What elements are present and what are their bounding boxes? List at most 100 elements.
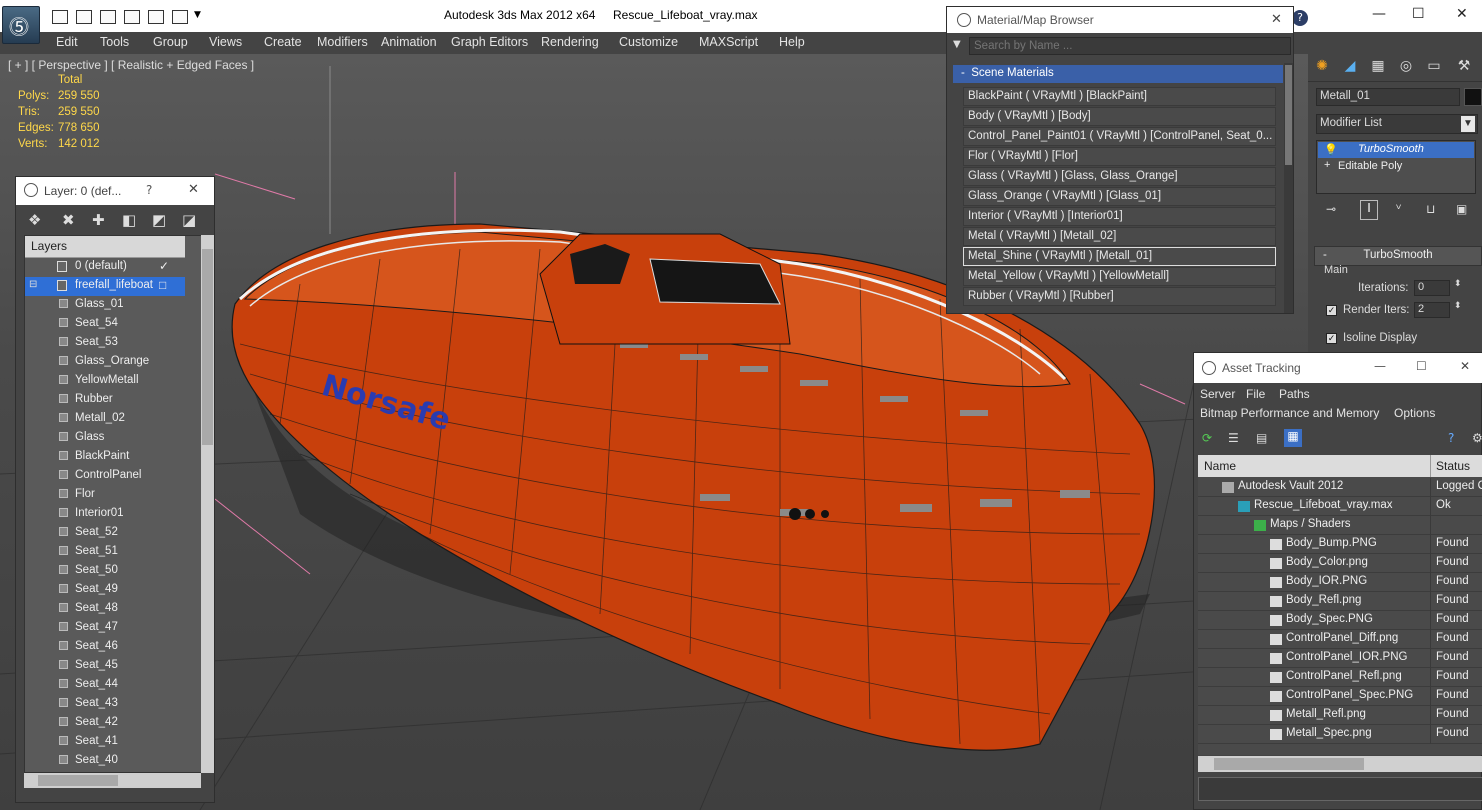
layer-object-row[interactable]: Seat_53 [25,334,185,353]
viewport-label[interactable]: [ + ] [ Perspective ] [ Realistic + Edge… [8,58,254,72]
help-icon[interactable]: ? [146,183,152,197]
layer-object-row[interactable]: Rubber [25,391,185,410]
hierarchy-tab-icon[interactable]: ▦ [1368,58,1388,78]
menu-paths[interactable]: Paths [1279,387,1310,401]
menu-animation[interactable]: Animation [381,35,437,49]
asset-table[interactable]: Name Status Autodesk Vault 2012 Logged O R… [1198,455,1482,755]
hide-freeze-icon[interactable]: ◪ [182,211,196,229]
iterations-spinner[interactable]: 0 [1414,280,1450,296]
menu-server[interactable]: Server [1200,387,1235,401]
spinner-arrows-icon[interactable]: ⬍ [1454,300,1462,311]
layer-object-row[interactable]: Glass_Orange [25,353,185,372]
material-list-item[interactable]: Glass ( VRayMtl ) [Glass, Glass_Orange] [963,167,1276,186]
remove-modifier-icon[interactable]: ⊔ [1426,202,1435,216]
layer-object-row[interactable]: Glass_01 [25,296,185,315]
asset-path-field[interactable] [1198,777,1482,801]
help-icon[interactable]: ? [1292,10,1308,26]
material-browser-titlebar[interactable]: Material/Map Browser ✕ [947,7,1293,33]
isoline-display-checkbox[interactable]: ✓ [1326,333,1337,344]
layer-object-row[interactable]: Seat_46 [25,638,185,657]
layer-object-row[interactable]: Seat_52 [25,524,185,543]
spinner-arrows-icon[interactable]: ⬍ [1454,278,1462,289]
layer-object-row[interactable]: Interior01 [25,505,185,524]
layer-object-row[interactable]: Seat_51 [25,543,185,562]
layer-dialog-titlebar[interactable]: Layer: 0 (def... ? ✕ [16,177,214,205]
menu-customize[interactable]: Customize [619,35,678,49]
asset-row[interactable]: Body_Color.png Found [1198,554,1482,573]
app-menu-button[interactable]: ⓹ [2,6,40,44]
close-icon[interactable]: ✕ [1460,359,1470,373]
close-icon[interactable]: ✕ [188,182,199,197]
layer-object-row[interactable]: YellowMetall [25,372,185,391]
layer-object-row[interactable]: Metall_02 [25,410,185,429]
menu-rendering[interactable]: Rendering [541,35,599,49]
pin-stack-icon[interactable]: ⊸ [1326,202,1336,216]
collapse-minus-icon[interactable]: ⊟ [29,279,37,290]
layers-list[interactable]: Layers 0 (default) ✓ freefall_lifeboat □ ⊟ Gl… [24,235,204,773]
display-tab-icon[interactable]: ▭ [1424,58,1444,78]
menu-edit[interactable]: Edit [56,35,78,49]
layer-object-row[interactable]: Seat_45 [25,657,185,676]
scroll-thumb[interactable] [202,249,213,445]
menu-tools[interactable]: Tools [100,35,129,49]
show-end-result-icon[interactable]: Ι [1360,200,1378,220]
layer-object-row[interactable]: Seat_47 [25,619,185,638]
layer-object-row[interactable]: BlackPaint [25,448,185,467]
material-list-item[interactable]: Flor ( VRayMtl ) [Flor] [963,147,1276,166]
material-list-item[interactable]: Glass_Orange ( VRayMtl ) [Glass_01] [963,187,1276,206]
object-color-swatch[interactable] [1464,88,1482,106]
scene-materials-group[interactable]: - Scene Materials [953,65,1283,83]
material-search-input[interactable] [969,37,1291,55]
maximize-button[interactable]: ☐ [1412,6,1425,22]
asset-row[interactable]: Body_Bump.PNG Found [1198,535,1482,554]
scroll-thumb[interactable] [1214,758,1364,770]
asset-row[interactable]: ControlPanel_Diff.png Found [1198,630,1482,649]
layer-object-row[interactable]: Seat_44 [25,676,185,695]
column-separator[interactable] [1430,455,1431,477]
redo-icon[interactable] [124,10,140,24]
layer-object-row[interactable]: ControlPanel [25,467,185,486]
browser-options-icon[interactable]: ▼ [953,39,961,50]
table-view-icon[interactable]: ▦ [1284,429,1302,447]
make-unique-icon[interactable]: ⱽ [1396,202,1401,216]
asset-row[interactable]: Autodesk Vault 2012 Logged O [1198,478,1482,497]
layer-object-row[interactable]: Seat_48 [25,600,185,619]
asset-row[interactable]: Rescue_Lifeboat_vray.max Ok [1198,497,1482,516]
menu-views[interactable]: Views [209,35,242,49]
asset-row[interactable]: Maps / Shaders [1198,516,1482,535]
material-list-item[interactable]: Rubber ( VRayMtl ) [Rubber] [963,287,1276,306]
menu-file[interactable]: File [1246,387,1265,401]
layer-object-row[interactable]: Seat_54 [25,315,185,334]
list-view-icon[interactable]: ☰ [1228,431,1239,445]
asset-row[interactable]: ControlPanel_Spec.PNG Found [1198,687,1482,706]
expand-plus-icon[interactable]: + [1324,159,1330,171]
asset-tracking-titlebar[interactable]: Asset Tracking — ☐ ✕ [1194,353,1482,383]
refresh-icon[interactable]: ⟳ [1202,431,1212,445]
minimize-button[interactable]: — [1372,6,1386,22]
material-list-item[interactable]: Metal_Yellow ( VRayMtl ) [YellowMetall] [963,267,1276,286]
asset-row[interactable]: Body_IOR.PNG Found [1198,573,1482,592]
save-file-icon[interactable] [76,10,92,24]
delete-layer-icon[interactable]: ✖ [62,211,75,229]
help-icon[interactable]: ? [1448,431,1454,445]
material-list-item[interactable]: Metal ( VRayMtl ) [Metall_02] [963,227,1276,246]
open-file-icon[interactable] [52,10,68,24]
menu-graph-editors[interactable]: Graph Editors [451,35,528,49]
material-list-item[interactable]: Control_Panel_Paint01 ( VRayMtl ) [Contr… [963,127,1276,146]
layer-row[interactable]: 0 (default) ✓ [25,258,185,277]
modifier-list-dropdown[interactable]: Modifier List ▼ [1316,114,1478,134]
menu-bitmap-performance[interactable]: Bitmap Performance and Memory [1200,406,1379,420]
layer-object-row[interactable]: Seat_49 [25,581,185,600]
undo-icon[interactable] [100,10,116,24]
layer-object-row[interactable]: Flor [25,486,185,505]
menu-modifiers[interactable]: Modifiers [317,35,368,49]
highlight-selected-icon[interactable]: ◩ [152,211,166,229]
settings-icon[interactable]: ⚙ [1472,431,1482,445]
modify-tab-icon[interactable]: ◢ [1340,58,1360,78]
scroll-thumb[interactable] [1285,65,1292,165]
fetch-icon[interactable] [172,10,188,24]
configure-sets-icon[interactable]: ▣ [1456,202,1467,216]
material-list-item[interactable]: Metal_Shine ( VRayMtl ) [Metall_01] [963,247,1276,266]
material-list-item[interactable]: BlackPaint ( VRayMtl ) [BlackPaint] [963,87,1276,106]
close-button[interactable]: ✕ [1456,6,1468,22]
